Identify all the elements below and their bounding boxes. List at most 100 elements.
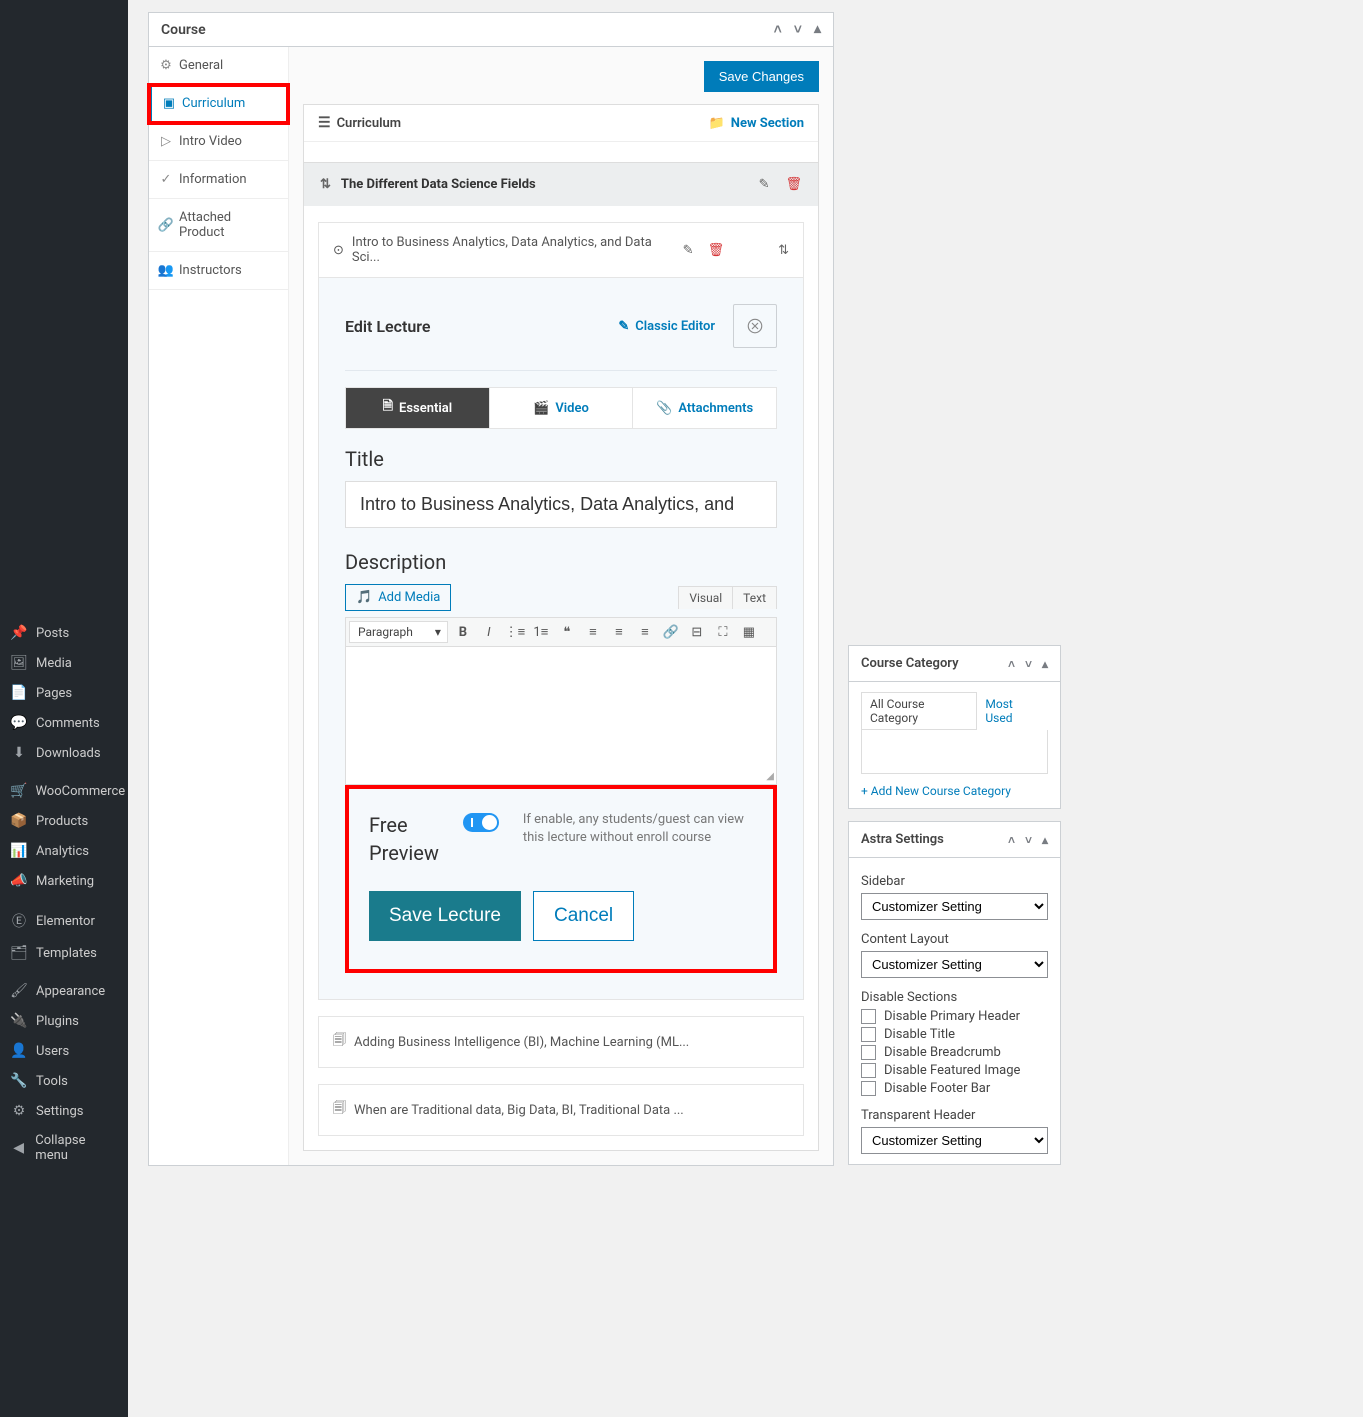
- close-button[interactable]: [733, 304, 777, 348]
- tab-curriculum[interactable]: ▣ Curriculum: [149, 85, 288, 123]
- transparent-header-select[interactable]: Customizer Setting: [861, 1127, 1048, 1154]
- checkbox-row[interactable]: Disable Footer Bar: [861, 1081, 1048, 1096]
- drag-icon[interactable]: ⇅: [778, 243, 789, 258]
- sidebar-item-analytics[interactable]: 📊Analytics: [0, 836, 128, 866]
- subtab-essential[interactable]: 🗎 Essential: [346, 388, 489, 428]
- marketing-icon: 📣: [10, 873, 28, 889]
- subtab-video[interactable]: 🎬 Video: [489, 388, 633, 428]
- chevron-up-icon[interactable]: ˄: [1008, 833, 1015, 847]
- text-tab[interactable]: Text: [732, 586, 777, 609]
- sidebar-item-media[interactable]: 🖼Media: [0, 648, 128, 678]
- chevron-up-icon[interactable]: ˄: [774, 21, 782, 38]
- bold-icon[interactable]: B: [452, 621, 474, 643]
- checkbox-row[interactable]: Disable Title: [861, 1027, 1048, 1042]
- sidebar-item-plugins[interactable]: 🔌Plugins: [0, 1006, 128, 1036]
- checkbox-icon[interactable]: [861, 1081, 876, 1096]
- visual-tab[interactable]: Visual: [678, 586, 732, 609]
- edit-icon[interactable]: ✎: [759, 177, 770, 192]
- tab-label: General: [179, 58, 223, 73]
- pencil-icon: ✎: [618, 319, 629, 334]
- sidebar-item-marketing[interactable]: 📣Marketing: [0, 866, 128, 896]
- chevron-down-icon[interactable]: ˅: [1025, 657, 1032, 671]
- sidebar-item-downloads[interactable]: ⬇Downloads: [0, 738, 128, 768]
- checkbox-icon[interactable]: [861, 1045, 876, 1060]
- caret-up-icon[interactable]: ▴: [1042, 657, 1048, 671]
- sidebar-item-products[interactable]: 📦Products: [0, 806, 128, 836]
- content-layout-select[interactable]: Customizer Setting: [861, 951, 1048, 978]
- tab-attached-product[interactable]: 🔗 Attached Product: [149, 199, 288, 252]
- sidebar-item-posts[interactable]: 📌Posts: [0, 618, 128, 648]
- save-lecture-button[interactable]: Save Lecture: [369, 891, 521, 941]
- title-input[interactable]: [345, 481, 777, 528]
- more-icon[interactable]: ⊟: [686, 621, 708, 643]
- caret-up-icon[interactable]: ▴: [814, 21, 821, 38]
- sidebar-item-templates[interactable]: 🗂Templates: [0, 938, 128, 968]
- sidebar-label: Templates: [36, 946, 97, 961]
- checkbox-row[interactable]: Disable Breadcrumb: [861, 1045, 1048, 1060]
- sidebar-label: Settings: [36, 1104, 83, 1119]
- tab-instructors[interactable]: 👥 Instructors: [149, 252, 288, 290]
- add-media-button[interactable]: 🎵 Add Media: [345, 584, 451, 611]
- sidebar-item-woocommerce[interactable]: 🛒WooCommerce: [0, 776, 128, 806]
- fullscreen-icon[interactable]: ⛶: [712, 621, 734, 643]
- tab-general[interactable]: ⚙ General: [149, 47, 288, 85]
- italic-icon[interactable]: I: [478, 621, 500, 643]
- gear-icon: ⚙: [159, 58, 173, 73]
- analytics-icon: 📊: [10, 843, 28, 859]
- category-list[interactable]: [861, 730, 1048, 774]
- align-right-icon[interactable]: ≡: [634, 621, 656, 643]
- sidebar-item-elementor[interactable]: ⒺElementor: [0, 904, 128, 938]
- free-preview-toggle[interactable]: [463, 813, 499, 832]
- checkbox-icon[interactable]: [861, 1009, 876, 1024]
- new-section-button[interactable]: 📁 New Section: [709, 116, 804, 131]
- checkbox-row[interactable]: Disable Featured Image: [861, 1063, 1048, 1078]
- chevron-down-icon[interactable]: ˅: [794, 21, 802, 38]
- classic-editor-link[interactable]: ✎ Classic Editor: [618, 319, 715, 334]
- main-content: Course ˄ ˅ ▴ ⚙ General ▣ Curriculum: [128, 0, 1363, 1417]
- sidebar-item-tools[interactable]: 🔧Tools: [0, 1066, 128, 1096]
- checkbox-row[interactable]: Disable Primary Header: [861, 1009, 1048, 1024]
- link-icon[interactable]: 🔗: [660, 621, 682, 643]
- metabox-header: Course ˄ ˅ ▴: [149, 13, 833, 47]
- drag-icon[interactable]: ⇅: [320, 177, 331, 192]
- sidebar-label: Plugins: [36, 1014, 79, 1029]
- cancel-button[interactable]: Cancel: [533, 891, 634, 941]
- sidebar-item-pages[interactable]: 📄Pages: [0, 678, 128, 708]
- quote-icon[interactable]: ❝: [556, 621, 578, 643]
- checkbox-icon[interactable]: [861, 1063, 876, 1078]
- sidebar-item-users[interactable]: 👤Users: [0, 1036, 128, 1066]
- checkbox-icon[interactable]: [861, 1027, 876, 1042]
- align-center-icon[interactable]: ≡: [608, 621, 630, 643]
- number-list-icon[interactable]: 1≡: [530, 621, 552, 643]
- video-icon: 🎬: [533, 401, 549, 416]
- paragraph-select[interactable]: Paragraph▾: [349, 621, 448, 643]
- sidebar-item-settings[interactable]: ⚙Settings: [0, 1096, 128, 1126]
- tab-information[interactable]: ✓ Information: [149, 161, 288, 199]
- collapse-icon: ◀: [10, 1140, 27, 1156]
- sidebar-item-collapse[interactable]: ◀Collapse menu: [0, 1126, 128, 1170]
- cat-tab-most-used[interactable]: Most Used: [977, 692, 1048, 730]
- chevron-up-icon[interactable]: ˄: [1008, 657, 1015, 671]
- chevron-down-icon[interactable]: ˅: [1025, 833, 1032, 847]
- sidebar-item-comments[interactable]: 💬Comments: [0, 708, 128, 738]
- add-category-link[interactable]: + Add New Course Category: [861, 784, 1048, 798]
- subtab-attachments[interactable]: 📎 Attachments: [632, 388, 776, 428]
- tab-intro-video[interactable]: ▷ Intro Video: [149, 123, 288, 161]
- caret-up-icon[interactable]: ▴: [1042, 833, 1048, 847]
- editor-body[interactable]: ◢: [345, 647, 777, 785]
- align-left-icon[interactable]: ≡: [582, 621, 604, 643]
- kitchen-sink-icon[interactable]: ▦: [738, 621, 760, 643]
- sidebar-item-appearance[interactable]: 🖌Appearance: [0, 976, 128, 1006]
- edit-icon[interactable]: ✎: [683, 243, 694, 258]
- trash-icon[interactable]: 🗑: [708, 243, 725, 258]
- resize-handle-icon[interactable]: ◢: [766, 771, 774, 782]
- trash-icon[interactable]: 🗑: [785, 177, 802, 192]
- document-icon: 🗐: [333, 1031, 346, 1053]
- music-icon: 🎵: [356, 590, 372, 605]
- cat-tab-all[interactable]: All Course Category: [861, 692, 977, 730]
- sidebar-select[interactable]: Customizer Setting: [861, 893, 1048, 920]
- list-item[interactable]: 🗐 Adding Business Intelligence (BI), Mac…: [318, 1016, 804, 1068]
- save-changes-button[interactable]: Save Changes: [704, 61, 819, 92]
- bullet-list-icon[interactable]: ⋮≡: [504, 621, 526, 643]
- list-item[interactable]: 🗐 When are Traditional data, Big Data, B…: [318, 1084, 804, 1136]
